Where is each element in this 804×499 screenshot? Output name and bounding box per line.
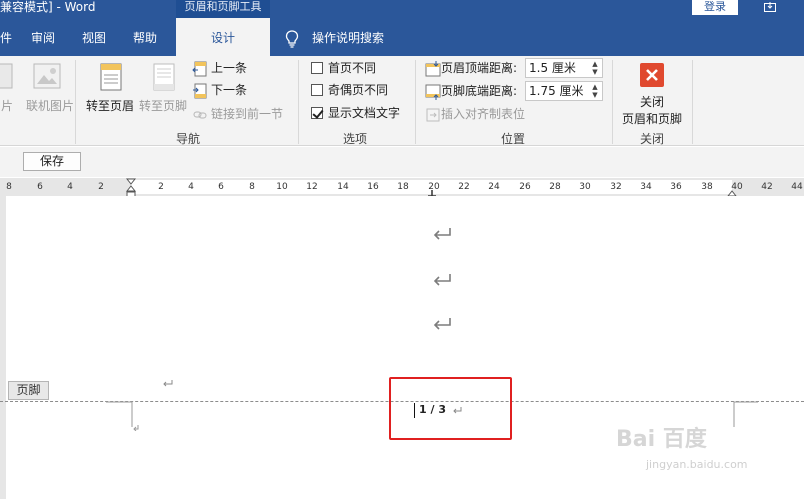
ruler-label: 2 bbox=[98, 182, 104, 192]
different-first-page-checkbox[interactable]: 首页不同 bbox=[311, 58, 376, 78]
group-separator bbox=[612, 60, 613, 144]
ruler-label: 32 bbox=[610, 182, 622, 192]
online-pictures-button: 联机图片 bbox=[26, 62, 74, 114]
window-title: 兼容模式] - Word bbox=[0, 0, 96, 14]
footer-from-bottom-row: 页脚底端距离: bbox=[425, 80, 517, 102]
ruler-label: 8 bbox=[249, 182, 255, 192]
contextual-tab-title: 页眉和页脚工具 bbox=[176, 0, 270, 18]
ruler-label: 24 bbox=[488, 182, 500, 192]
tab-design[interactable]: 设计 bbox=[176, 18, 270, 56]
ruler-label: 4 bbox=[67, 182, 73, 192]
goto-footer-button: 转至页脚 bbox=[138, 62, 188, 114]
checkbox-box[interactable] bbox=[311, 84, 323, 96]
checkbox-box-checked[interactable] bbox=[311, 107, 323, 119]
ruler-label: 26 bbox=[519, 182, 531, 192]
ruler-label: 18 bbox=[397, 182, 409, 192]
paragraph-mark-icon bbox=[433, 228, 451, 240]
ruler-label: 28 bbox=[549, 182, 561, 192]
insert-alignment-tab-button: 插入对齐制表位 bbox=[425, 103, 525, 125]
ruler-label: 38 bbox=[701, 182, 713, 192]
ruler-label: 22 bbox=[458, 182, 470, 192]
header-distance-input[interactable]: 1.5 厘米 ▲ ▼ bbox=[525, 58, 603, 78]
annotation-highlight-box bbox=[389, 377, 512, 440]
ruler-label: 30 bbox=[579, 182, 591, 192]
paragraph-mark-icon bbox=[433, 318, 451, 330]
close-header-footer-button[interactable]: 关闭 页眉和页脚 bbox=[618, 62, 686, 127]
options-group-label: 选项 bbox=[342, 132, 367, 146]
ruler-label: 8 bbox=[6, 182, 12, 192]
ribbon: 片 联机图片 转至页眉 转至页脚 上一条 下一条 链接到前一节 导航 首页不同 … bbox=[0, 56, 804, 146]
online-picture-icon bbox=[33, 63, 61, 89]
show-document-text-checkbox[interactable]: 显示文档文字 bbox=[311, 103, 400, 123]
header-from-top-row: 页眉顶端距离: bbox=[425, 57, 517, 79]
footer-tag: 页脚 bbox=[8, 381, 49, 400]
page-left-gutter bbox=[0, 196, 6, 499]
goto-header-icon bbox=[100, 63, 122, 91]
goto-header-button[interactable]: 转至页眉 bbox=[85, 62, 135, 114]
group-separator bbox=[415, 60, 416, 144]
header-position-icon bbox=[425, 60, 441, 76]
lightbulb-icon bbox=[285, 30, 299, 48]
watermark-logo: Bai 百度 bbox=[616, 427, 707, 452]
horizontal-ruler[interactable]: 8 6 4 2 2 4 6 8 10 12 14 16 18 20 22 24 … bbox=[0, 178, 804, 199]
ruler-label: 36 bbox=[670, 182, 682, 192]
quick-access-bar: 保存 bbox=[0, 147, 804, 177]
next-section-icon bbox=[193, 83, 207, 98]
paragraph-mark-icon bbox=[433, 274, 451, 286]
alignment-tab-icon bbox=[426, 108, 440, 121]
close-group-label: 关闭 bbox=[639, 132, 664, 146]
close-icon bbox=[640, 63, 664, 87]
picture-icon bbox=[0, 63, 13, 89]
footer-position-icon bbox=[425, 84, 441, 100]
tell-me-search[interactable]: 操作说明搜索 bbox=[312, 18, 384, 56]
ruler-label: 12 bbox=[306, 182, 318, 192]
group-separator bbox=[75, 60, 76, 144]
title-bar: 兼容模式] - Word 页眉和页脚工具 登录 bbox=[0, 0, 804, 18]
link-to-previous-button: 链接到前一节 bbox=[192, 104, 283, 124]
footer-distance-input[interactable]: 1.75 厘米 ▲ ▼ bbox=[525, 81, 603, 101]
tab-file-partial[interactable]: 件 bbox=[0, 18, 12, 56]
tab-view[interactable]: 视图 bbox=[82, 18, 106, 56]
ruler-label: 4 bbox=[188, 182, 194, 192]
chain-link-icon bbox=[193, 111, 207, 118]
ruler-label: 34 bbox=[640, 182, 652, 192]
ruler-label: 44 bbox=[791, 182, 803, 192]
footer-right-corner-mark-icon bbox=[733, 401, 758, 427]
navigation-group-label: 导航 bbox=[175, 132, 200, 146]
ruler-label: 2 bbox=[158, 182, 164, 192]
next-button[interactable]: 下一条 bbox=[192, 80, 247, 100]
document-page[interactable] bbox=[0, 196, 804, 499]
ruler-label: 14 bbox=[337, 182, 349, 192]
spinner-arrows-icon[interactable]: ▲ ▼ bbox=[590, 83, 600, 99]
paragraph-mark-icon bbox=[163, 380, 173, 387]
watermark-url: jingyan.baidu.com bbox=[646, 458, 748, 471]
ribbon-display-options-icon[interactable] bbox=[764, 1, 776, 12]
tab-help[interactable]: 帮助 bbox=[133, 18, 157, 56]
footer-corner-mark-icon bbox=[106, 401, 139, 431]
previous-button[interactable]: 上一条 bbox=[192, 58, 247, 78]
checkbox-box[interactable] bbox=[311, 62, 323, 74]
ruler-label: 6 bbox=[218, 182, 224, 192]
ruler-label: 10 bbox=[276, 182, 288, 192]
position-group-label: 位置 bbox=[500, 132, 525, 146]
pictures-button: 片 bbox=[0, 62, 14, 114]
ruler-label: 6 bbox=[37, 182, 43, 192]
ruler-label: 42 bbox=[761, 182, 773, 192]
group-separator bbox=[298, 60, 299, 144]
different-odd-even-checkbox[interactable]: 奇偶页不同 bbox=[311, 80, 388, 100]
ribbon-tabs: 件 审阅 视图 帮助 设计 操作说明搜索 bbox=[0, 18, 804, 56]
login-button[interactable]: 登录 bbox=[692, 0, 738, 15]
spinner-arrows-icon[interactable]: ▲ ▼ bbox=[590, 60, 600, 76]
tab-review[interactable]: 审阅 bbox=[31, 18, 55, 56]
save-button[interactable]: 保存 bbox=[23, 152, 81, 171]
goto-footer-icon bbox=[153, 63, 175, 91]
previous-section-icon bbox=[192, 61, 207, 76]
group-separator bbox=[692, 60, 693, 144]
ruler-label: 16 bbox=[367, 182, 379, 192]
